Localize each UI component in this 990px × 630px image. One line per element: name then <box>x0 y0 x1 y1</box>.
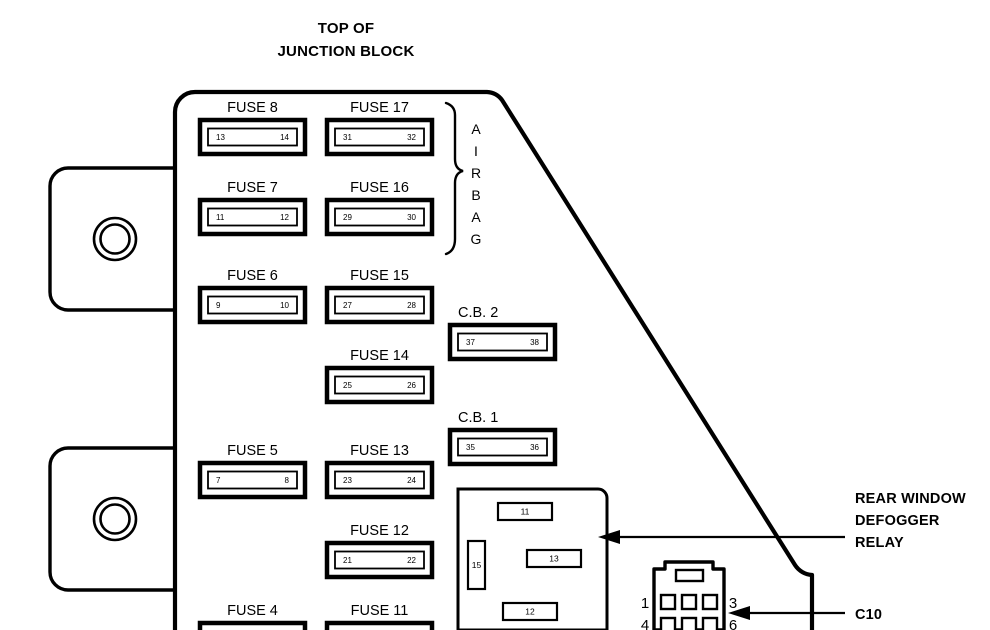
callout-c10-line-1: C10 <box>855 607 882 623</box>
title-line-2: JUNCTION BLOCK <box>278 43 415 60</box>
circuit-breaker-label: C.B. 1 <box>458 410 498 426</box>
callout-relay-line-2: DEFOGGER <box>855 513 940 529</box>
fuse-terminal-right: 10 <box>280 301 289 310</box>
fuse-terminal-left: 25 <box>343 381 352 390</box>
relay-cavity-number: 15 <box>472 560 482 570</box>
fuse-terminal-left: 13 <box>216 133 225 142</box>
connector-pin-3 <box>701 593 719 611</box>
fuse-label: FUSE 5 <box>227 443 278 459</box>
relay-cavity: 15 <box>466 539 487 591</box>
connector-pin-2 <box>680 593 698 611</box>
fuse-label: FUSE 13 <box>350 443 409 459</box>
callout-relay-line-3: RELAY <box>855 535 904 551</box>
fuse-label: FUSE 11 <box>351 603 409 619</box>
fuse-cavity-outer <box>324 620 435 630</box>
pin-label-top-right: 3 <box>729 595 737 612</box>
fuse-label: FUSE 16 <box>350 180 409 196</box>
airbag-letter-1: I <box>474 143 478 159</box>
fuse-terminal-right: 14 <box>280 133 289 142</box>
fuse-terminal-left: 7 <box>216 476 221 485</box>
relay-cavity: 12 <box>501 601 559 622</box>
pin-label-bottom-left: 4 <box>641 617 649 630</box>
relay-cavity: 11 <box>496 501 554 522</box>
airbag-letter-5: G <box>471 231 482 247</box>
fuse-terminal-right: 12 <box>280 213 289 222</box>
circuit-breaker-terminal-right: 38 <box>530 338 539 347</box>
circuit-breaker-terminal-left: 35 <box>466 443 475 452</box>
pin-label-bottom-right: 6 <box>729 617 737 630</box>
connector-pin-4 <box>659 616 677 630</box>
fuse-terminal-left: 29 <box>343 213 352 222</box>
circuit-breaker-terminal-left: 37 <box>466 338 475 347</box>
airbag-letter-0: A <box>471 121 481 137</box>
junction-block-diagram: TOP OF JUNCTION BLOCK A I R B A G FUSE 8… <box>0 0 990 630</box>
fuse-terminal-right: 8 <box>285 476 290 485</box>
circuit-breaker-label: C.B. 2 <box>458 305 498 321</box>
pin-label-top-left: 1 <box>641 595 649 612</box>
diagram-canvas: TOP OF JUNCTION BLOCK A I R B A G FUSE 8… <box>48 20 966 630</box>
callout-rear-window-defogger-relay: REAR WINDOW DEFOGGER RELAY <box>855 491 966 551</box>
grommet-inner-ring <box>99 223 131 255</box>
callout-relay-line-1: REAR WINDOW <box>855 491 966 507</box>
fuse-label: FUSE 17 <box>350 100 409 116</box>
connector-latch <box>674 568 705 583</box>
fuse-label: FUSE 12 <box>350 523 409 539</box>
callout-c10: C10 <box>855 607 882 623</box>
fuse-terminal-left: 27 <box>343 301 352 310</box>
relay-cavity-number: 12 <box>525 607 535 617</box>
fuse-label: FUSE 7 <box>227 180 278 196</box>
fuse-terminal-left: 23 <box>343 476 352 485</box>
fuse-terminal-left: 9 <box>216 301 221 310</box>
relay-cavity-number: 11 <box>521 507 530 517</box>
mounting-tab-lower <box>48 446 175 592</box>
fuse-terminal-right: 26 <box>407 381 416 390</box>
airbag-letter-3: B <box>471 187 480 203</box>
fuse-label: FUSE 6 <box>227 268 278 284</box>
grommet-inner-ring <box>99 503 131 535</box>
fuse-label: FUSE 4 <box>227 603 278 619</box>
fuse-terminal-left: 31 <box>343 133 352 142</box>
fuse-terminal-left: 21 <box>343 556 352 565</box>
fuse-terminal-right: 22 <box>407 556 416 565</box>
relay-box: 11 15 13 12 <box>456 487 609 630</box>
fuse-label: FUSE 8 <box>227 100 278 116</box>
fuse-terminal-right: 32 <box>407 133 416 142</box>
diagram-title: TOP OF JUNCTION BLOCK <box>278 20 415 60</box>
fuse-terminal-left: 11 <box>216 213 225 222</box>
airbag-letter-4: A <box>471 209 481 225</box>
circuit-breaker-terminal-right: 36 <box>530 443 539 452</box>
fuse-terminal-right: 24 <box>407 476 416 485</box>
fuse-cavity-outer <box>197 620 308 630</box>
connector-pin-1 <box>659 593 677 611</box>
connector-pin-6 <box>701 616 719 630</box>
airbag-letter-2: R <box>471 165 481 181</box>
fuse-terminal-right: 28 <box>407 301 416 310</box>
title-line-1: TOP OF <box>318 20 375 37</box>
connector-pin-5 <box>680 616 698 630</box>
fuse-terminal-right: 30 <box>407 213 416 222</box>
relay-cavity-number: 13 <box>549 554 559 564</box>
fuse-label: FUSE 14 <box>350 348 409 364</box>
relay-cavity: 13 <box>525 548 583 569</box>
fuse-label: FUSE 15 <box>350 268 409 284</box>
mounting-tab-upper <box>48 166 175 312</box>
c10-connector: 1 3 4 6 <box>641 560 737 630</box>
